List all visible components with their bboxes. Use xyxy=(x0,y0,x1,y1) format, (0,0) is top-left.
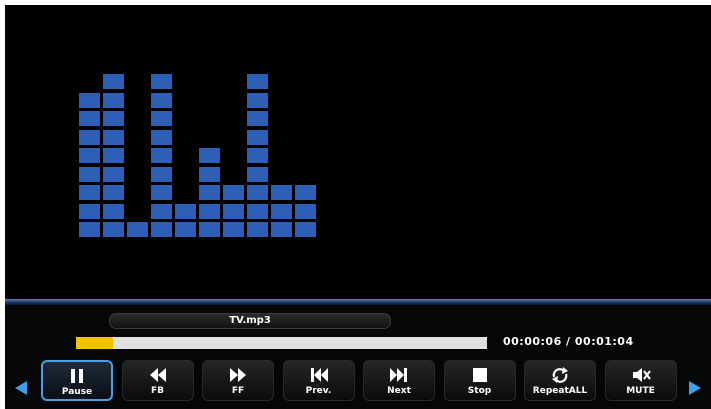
equalizer-block xyxy=(79,166,100,182)
equalizer-block xyxy=(295,222,316,237)
equalizer-block xyxy=(79,111,100,126)
equalizer-block xyxy=(175,222,196,237)
equalizer-block xyxy=(247,74,268,89)
media-player-screen: TV.mp3 00:00:06 / 00:01:04 Pause FB FF Prev… xyxy=(5,5,711,409)
equalizer-block xyxy=(151,222,172,237)
equalizer-block xyxy=(79,129,100,145)
mute-button[interactable]: MUTE xyxy=(604,360,677,401)
audio-visualizer xyxy=(5,5,711,305)
arrow-right-icon[interactable] xyxy=(689,381,701,395)
mute-label: MUTE xyxy=(626,386,655,396)
equalizer-block xyxy=(271,222,292,237)
control-panel: TV.mp3 00:00:06 / 00:01:04 Pause FB FF Prev… xyxy=(5,305,711,409)
next-track-icon xyxy=(364,366,434,384)
progress-bar[interactable] xyxy=(76,337,487,349)
equalizer-block xyxy=(295,203,316,219)
equalizer-block xyxy=(271,185,292,200)
equalizer-block xyxy=(151,203,172,219)
equalizer-block xyxy=(223,222,244,237)
progress-fill xyxy=(76,337,113,349)
repeat-all-button[interactable]: RepeatALL xyxy=(524,360,596,401)
pause-button[interactable]: Pause xyxy=(41,360,113,401)
equalizer-block xyxy=(247,92,268,108)
equalizer-block xyxy=(199,222,220,237)
ff-label: FF xyxy=(231,386,245,396)
equalizer-block xyxy=(175,203,196,219)
equalizer-block xyxy=(151,166,172,182)
mute-icon xyxy=(606,366,676,384)
equalizer-block xyxy=(247,222,268,237)
equalizer-block xyxy=(103,74,124,89)
ff-button[interactable]: FF xyxy=(202,360,274,401)
equalizer-block xyxy=(151,92,172,108)
stop-icon xyxy=(445,366,515,384)
filename-display: TV.mp3 xyxy=(109,313,391,329)
equalizer-block xyxy=(247,129,268,145)
next-label: Next xyxy=(387,386,411,396)
equalizer-block xyxy=(79,92,100,108)
equalizer-block xyxy=(247,203,268,219)
arrow-left-icon[interactable] xyxy=(15,381,27,395)
equalizer-block xyxy=(79,148,100,163)
equalizer-block xyxy=(247,148,268,163)
stop-button[interactable]: Stop xyxy=(443,360,516,401)
equalizer-block xyxy=(151,74,172,89)
equalizer-block xyxy=(103,222,124,237)
equalizer-block xyxy=(151,185,172,200)
equalizer-block xyxy=(103,166,124,182)
fb-button[interactable]: FB xyxy=(121,360,194,401)
equalizer-block xyxy=(151,111,172,126)
time-display: 00:00:06 / 00:01:04 xyxy=(503,335,634,348)
repeat-icon xyxy=(525,366,595,384)
equalizer-block xyxy=(295,185,316,200)
fast-backward-icon xyxy=(123,366,193,384)
prev-button[interactable]: Prev. xyxy=(282,360,355,401)
equalizer-block xyxy=(223,203,244,219)
equalizer-block xyxy=(247,166,268,182)
equalizer-block xyxy=(151,148,172,163)
equalizer-block xyxy=(79,222,100,237)
prev-label: Prev. xyxy=(305,386,332,396)
equalizer-block xyxy=(223,185,244,200)
equalizer-block xyxy=(151,129,172,145)
equalizer-block xyxy=(103,203,124,219)
equalizer-block xyxy=(103,185,124,200)
next-button[interactable]: Next xyxy=(363,360,435,401)
equalizer-block xyxy=(271,203,292,219)
previous-track-icon xyxy=(284,366,354,384)
equalizer-block xyxy=(199,185,220,200)
fb-label: FB xyxy=(150,386,164,396)
stop-label: Stop xyxy=(467,386,492,396)
equalizer-block xyxy=(199,148,220,163)
equalizer-block xyxy=(199,166,220,182)
equalizer-block xyxy=(103,92,124,108)
fast-forward-icon xyxy=(203,366,273,384)
pause-label: Pause xyxy=(61,387,93,397)
equalizer-block xyxy=(79,185,100,200)
equalizer-block xyxy=(103,148,124,163)
equalizer-block xyxy=(103,129,124,145)
pause-icon xyxy=(43,367,111,385)
equalizer-block xyxy=(247,111,268,126)
equalizer-block xyxy=(127,222,148,237)
repeat-all-label: RepeatALL xyxy=(532,386,588,396)
equalizer-block xyxy=(79,203,100,219)
equalizer-block xyxy=(199,203,220,219)
equalizer-block xyxy=(103,111,124,126)
equalizer-block xyxy=(247,185,268,200)
